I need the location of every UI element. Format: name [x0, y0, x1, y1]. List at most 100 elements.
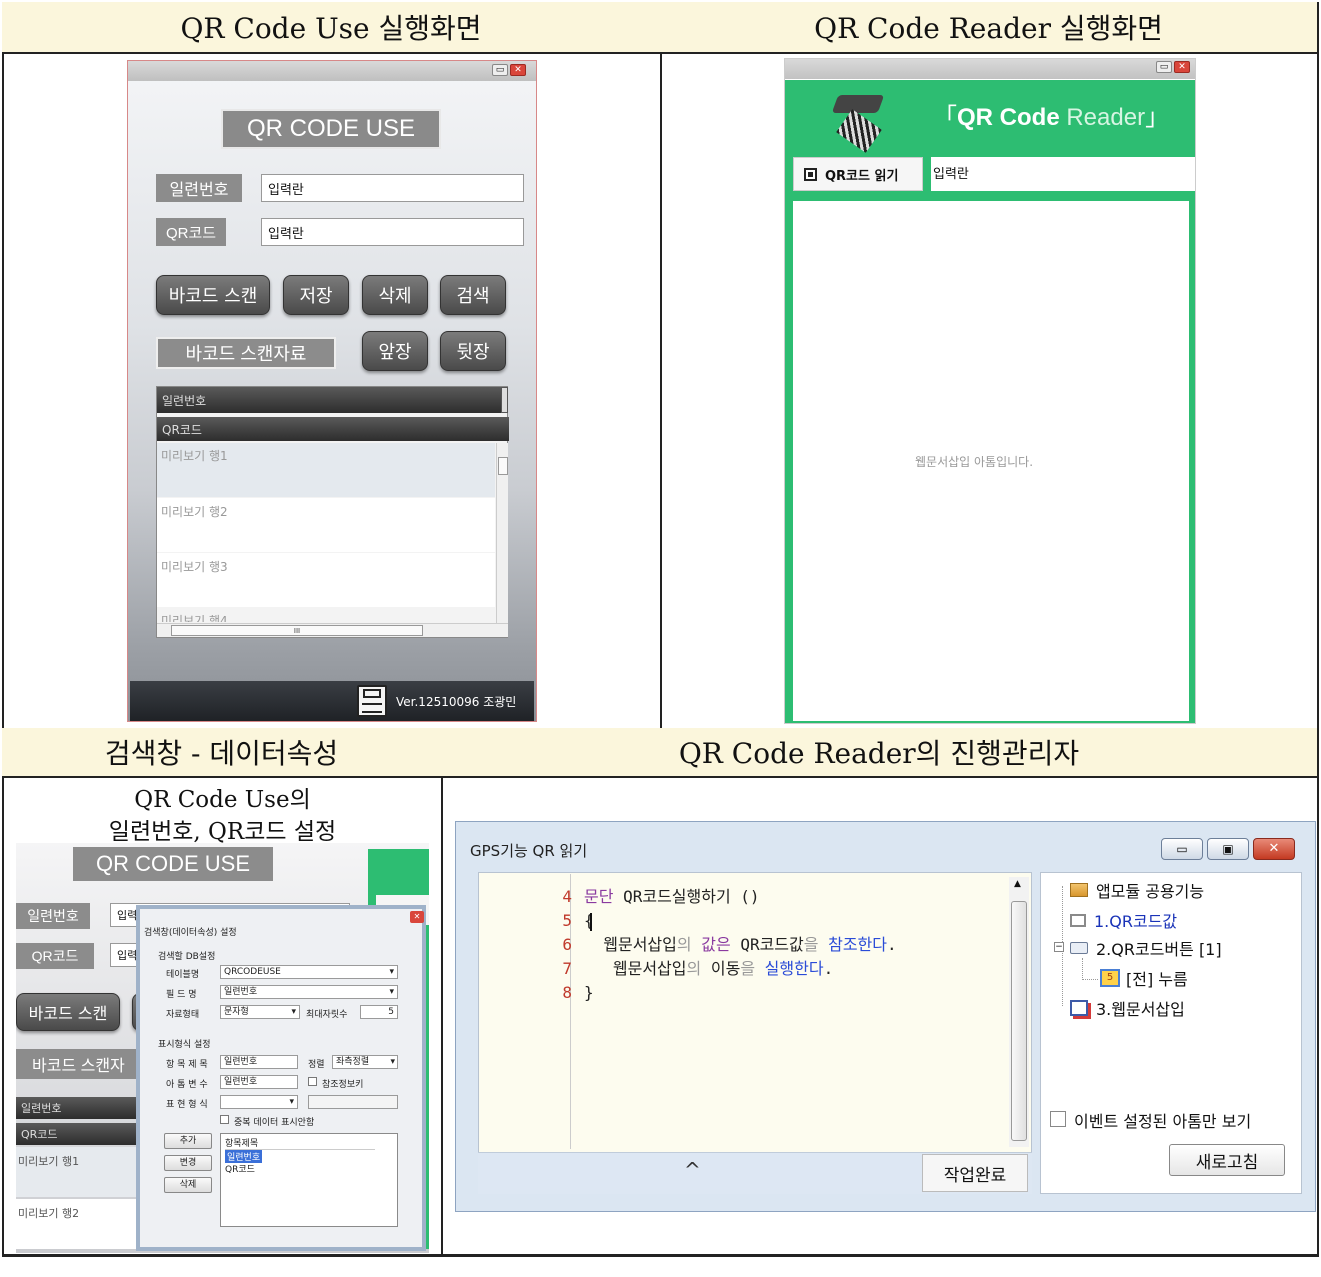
tree-item-press[interactable]: 5 [전] 누름 — [1100, 966, 1188, 990]
code-token: 웹문서삽입 — [584, 935, 677, 954]
footer-bar: Ver.12510096 조광민 — [130, 681, 534, 721]
bg-title: QR CODE USE — [73, 847, 273, 881]
scroll-up-icon[interactable]: ▲ — [1014, 879, 1021, 889]
line-number: 7 — [562, 959, 572, 978]
delete-button[interactable]: 삭제 — [362, 275, 428, 315]
format-select[interactable]: ▾ — [220, 1095, 298, 1109]
folder-icon — [1070, 883, 1088, 897]
item-title-label: 항 목 제 목 — [166, 1060, 208, 1070]
qr-read-button[interactable]: QR코드 읽기 — [793, 157, 923, 191]
table-select[interactable]: QRCODEUSE ▾ — [220, 965, 398, 979]
preview-row-4[interactable]: 미리보기 행4 — [157, 612, 228, 622]
grid-hscrollbar[interactable]: III — [157, 623, 508, 637]
dup-checkbox[interactable] — [220, 1115, 229, 1124]
qr-reader-window: ▭ ✕ 「QR Code Reader」 QR코드 읽기 입력란 웹문서삽입 아… — [784, 58, 1196, 724]
reader-title: 「QR Code Reader」 — [933, 97, 1169, 132]
scroll-thumb[interactable] — [1011, 901, 1027, 1141]
close-icon[interactable]: ✕ — [510, 64, 526, 76]
list-item[interactable]: QR코드 — [225, 1162, 255, 1175]
header-search: 검색창 - 데이터속성 — [2, 728, 443, 778]
ref-checkbox[interactable] — [308, 1077, 317, 1086]
qr-small-icon — [804, 167, 817, 181]
item-title-input[interactable]: 일련번호 — [220, 1055, 298, 1069]
code-token: } — [584, 983, 594, 1002]
code-line: 4 문단 QR코드실행하기 () — [554, 885, 897, 909]
minimize-icon[interactable]: ▭ — [1161, 838, 1203, 860]
reader-input[interactable]: 입력란 — [931, 157, 1195, 191]
hscroll-thumb[interactable]: III — [171, 625, 423, 636]
serial-label: 일련번호 — [156, 174, 242, 202]
tree-item-qr-value[interactable]: 1.QR코드값 — [1070, 908, 1177, 932]
code-line: 7 웹문서삽입의 이동을 실행한다. — [554, 957, 897, 981]
close-icon[interactable]: ✕ — [1253, 838, 1295, 860]
next-page-button[interactable]: 뒷장 — [440, 331, 506, 371]
serial-input[interactable]: 입력란 — [261, 174, 524, 202]
event-only-label: 이벤트 설정된 아톰만 보기 — [1074, 1112, 1252, 1131]
search-button[interactable]: 검색 — [440, 275, 506, 315]
edit-button[interactable]: 변경 — [164, 1155, 212, 1171]
done-button[interactable]: 작업완료 — [922, 1154, 1028, 1192]
phone-qr-icon — [831, 95, 885, 153]
maximize-icon[interactable]: ▣ — [1207, 838, 1249, 860]
tree-item-web[interactable]: 3.웹문서삽입 — [1070, 996, 1185, 1020]
collapse-chevron-icon[interactable]: ^ — [684, 1158, 701, 1182]
title-bracket-close: 」 — [1145, 104, 1170, 131]
close-icon[interactable]: ✕ — [1174, 61, 1190, 73]
format-extra[interactable] — [308, 1095, 398, 1109]
preview-row-2[interactable]: 미리보기 행2 — [157, 503, 228, 520]
title-bracket-open: 「 — [933, 104, 957, 131]
delete-button[interactable]: 삭제 — [164, 1177, 212, 1193]
version-label: Ver.12510096 조광민 — [396, 695, 517, 709]
maxlen-spinner[interactable]: 5 — [360, 1005, 398, 1019]
button-icon — [1070, 942, 1088, 954]
tree-item-module[interactable]: 앱모듈 공용기능 — [1070, 878, 1204, 902]
code-token: 의 — [676, 935, 702, 954]
code-area: 4 문단 QR코드실행하기 () 5{6 웹문서삽입의 값은 QR코드값을 참조한다… — [554, 885, 897, 1005]
title-light: Reader — [1066, 104, 1146, 131]
code-cursor — [590, 913, 592, 931]
grid-vscroll-top[interactable] — [501, 387, 508, 413]
scroll-thumb[interactable] — [498, 457, 508, 475]
bg-row2: 미리보기 행2 — [16, 1199, 156, 1249]
event-only-checkbox[interactable] — [1050, 1111, 1066, 1127]
field-select[interactable]: 일련번호 ▾ — [220, 985, 398, 999]
web-placeholder: 웹문서삽입 아톰입니다. — [915, 455, 1034, 469]
atom-var-input[interactable]: 일련번호 — [220, 1075, 298, 1089]
scan-data-label: 바코드 스캔자료 — [156, 337, 336, 369]
tree-expand-icon[interactable]: − — [1054, 942, 1064, 952]
table-label: 테이블명 — [166, 970, 200, 980]
code-vscrollbar[interactable]: ▲ — [1009, 877, 1029, 1147]
event-icon: 5 — [1100, 969, 1120, 987]
code-line: 5{ — [554, 909, 897, 933]
field-label: 필 드 명 — [166, 990, 197, 1000]
floppy-save-icon[interactable] — [357, 685, 387, 717]
display-group-label: 표시형식 설정 — [158, 1040, 211, 1050]
item-list[interactable]: 항목제목 일련번호 QR코드 — [220, 1133, 398, 1227]
preview-row-1[interactable]: 미리보기 행1 — [157, 447, 228, 464]
bg-qr: QR코드 — [16, 943, 94, 969]
refresh-button[interactable]: 새로고침 — [1169, 1144, 1285, 1176]
qr-input[interactable]: 입력란 — [261, 218, 524, 246]
add-button[interactable]: 추가 — [164, 1133, 212, 1149]
tree-item-qr-button[interactable]: 2.QR코드버튼 [1] — [1070, 936, 1222, 960]
minimize-icon[interactable]: ▭ — [1156, 61, 1172, 73]
save-button[interactable]: 저장 — [283, 275, 349, 315]
maxlen-label: 최대자릿수 — [306, 1010, 348, 1020]
ref-check-label: 참조정보키 — [322, 1080, 364, 1090]
align-select[interactable]: 좌측정렬 ▾ — [332, 1055, 398, 1069]
grid-vscrollbar[interactable] — [496, 443, 508, 623]
prev-page-button[interactable]: 앞장 — [362, 331, 428, 371]
qr-label: QR코드 — [156, 218, 226, 246]
line-number: 5 — [562, 911, 572, 930]
type-select[interactable]: 문자형 ▾ — [220, 1005, 300, 1019]
code-token: . — [887, 935, 897, 954]
field-icon — [1070, 913, 1086, 927]
search-caption-1: QR Code Use의 — [134, 787, 311, 813]
bg-serial: 일련번호 — [16, 903, 90, 929]
preview-row-3[interactable]: 미리보기 행3 — [157, 558, 228, 575]
window-titlebar — [128, 61, 536, 81]
barcode-scan-button[interactable]: 바코드 스캔 — [156, 275, 270, 315]
dialog-close-icon[interactable]: ✕ — [410, 911, 424, 923]
minimize-icon[interactable]: ▭ — [492, 64, 508, 76]
bg-scan: 바코드 스캔 — [16, 993, 120, 1031]
